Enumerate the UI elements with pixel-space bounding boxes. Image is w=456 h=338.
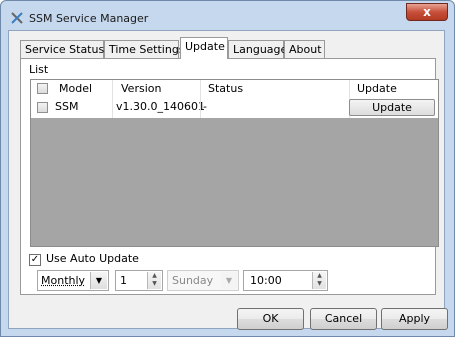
interval-value: 1 [120,274,127,287]
row-model: SSM [55,100,79,113]
chevron-down-icon[interactable]: ▼ [221,272,237,289]
spin-down-icon[interactable]: ▼ [313,280,326,288]
tab-time-settings[interactable]: Time Settings [104,40,185,58]
frequency-combo[interactable]: Monthly ▼ [37,270,109,291]
row-checkbox[interactable] [37,102,48,113]
column-divider [349,80,350,98]
table-row[interactable]: SSM v1.30.0_140601 - Update [31,98,438,118]
interval-spin-buttons[interactable]: ▲ ▼ [147,272,161,289]
spin-up-icon[interactable]: ▲ [313,272,326,280]
cancel-button[interactable]: Cancel [310,308,377,330]
select-all-checkbox[interactable] [37,83,48,94]
tab-language[interactable]: Language [228,40,287,58]
time-spin-buttons[interactable]: ▲ ▼ [312,272,326,289]
tools-icon [11,12,23,24]
window-title: SSM Service Manager [29,12,149,25]
column-divider [112,80,113,98]
time-value: 10:00 [250,274,282,287]
time-spinbox[interactable]: 10:00 ▲ ▼ [243,270,328,291]
row-status: - [203,100,207,113]
spin-down-icon[interactable]: ▼ [148,280,161,288]
column-header-update[interactable]: Update [357,80,397,98]
column-header-model[interactable]: Model [59,80,92,98]
interval-spinbox[interactable]: 1 ▲ ▼ [115,270,163,291]
column-divider [200,80,201,98]
column-divider [112,98,113,118]
tab-update[interactable]: Update [180,37,228,59]
row-update-button[interactable]: Update [349,99,435,116]
tab-about[interactable]: About [284,40,325,58]
check-mark-icon: ✓ [30,254,40,265]
list-label: List [29,63,49,76]
close-button[interactable]: x [406,3,448,21]
apply-button[interactable]: Apply [381,308,448,330]
column-header-version[interactable]: Version [121,80,161,98]
day-value: Sunday [172,274,214,287]
column-header-status[interactable]: Status [208,80,243,98]
auto-update-label: Use Auto Update [46,252,139,265]
spin-up-icon[interactable]: ▲ [148,272,161,280]
frequency-value: Monthly [41,274,86,287]
tab-service-status[interactable]: Service Status [20,40,104,58]
column-divider [200,98,201,118]
update-list-grid[interactable]: Model Version Status Update SSM v1.30.0_… [30,79,439,247]
grid-header: Model Version Status Update [31,80,438,99]
auto-update-checkbox[interactable]: ✓ [29,254,41,266]
title-bar[interactable]: SSM Service Manager x [1,1,454,31]
ok-button[interactable]: OK [237,308,304,330]
day-combo[interactable]: Sunday ▼ [167,270,239,291]
row-version: v1.30.0_140601 [116,100,205,113]
chevron-down-icon[interactable]: ▼ [90,272,107,289]
